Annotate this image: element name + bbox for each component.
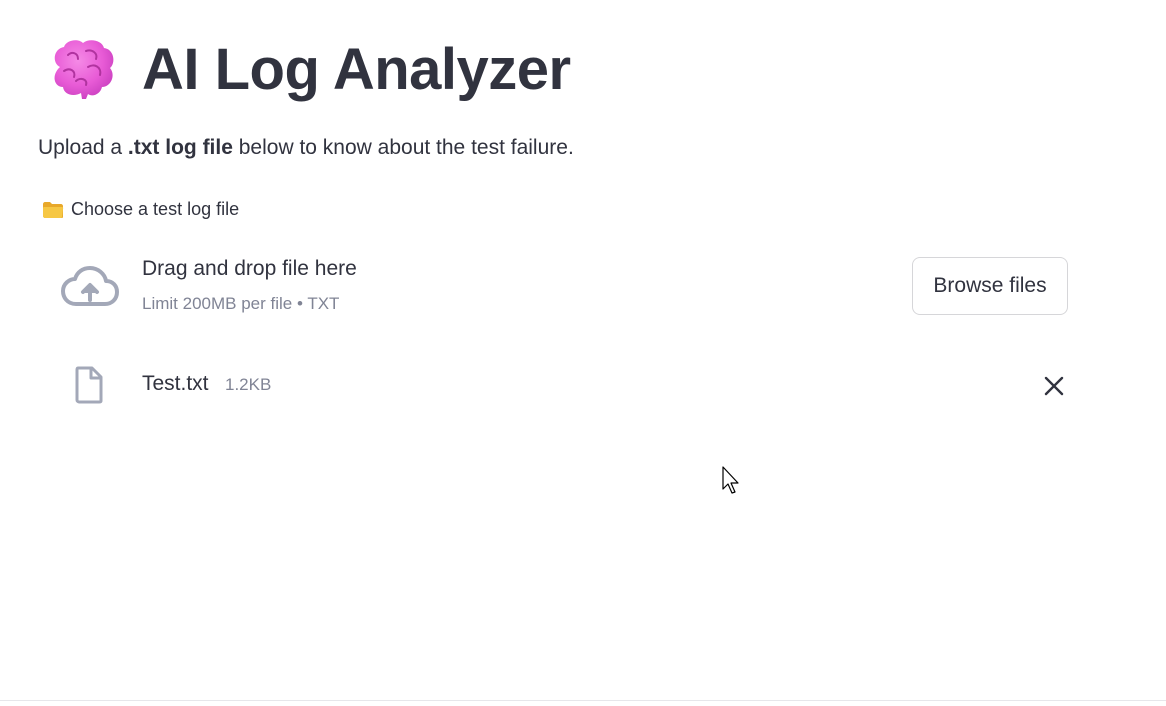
remove-file-button[interactable] [1038, 370, 1070, 402]
description: Upload a .txt log file below to know abo… [38, 136, 574, 160]
bottom-divider [0, 700, 1166, 701]
dropzone-subtitle: Limit 200MB per file • TXT [142, 294, 340, 313]
folder-emoji-icon [43, 201, 64, 218]
brain-emoji-icon [54, 40, 114, 99]
file-size: 1.2KB [225, 375, 272, 394]
uploaded-file-row: Test.txt 1.2KB [38, 360, 1090, 410]
browse-files-button[interactable]: Browse files [912, 257, 1068, 315]
uploader-label-text: Choose a test log file [71, 199, 240, 219]
cloud-upload-icon [61, 266, 119, 306]
description-bold: .txt log file [127, 136, 233, 159]
description-suffix: below to know about the test failure. [232, 136, 574, 159]
dropzone-title: Drag and drop file here [142, 257, 357, 280]
description-prefix: Upload a [38, 136, 128, 159]
close-icon [1044, 376, 1064, 396]
uploader-label: Choose a test log file [42, 199, 239, 220]
file-dropzone[interactable]: Drag and drop file here Limit 200MB per … [38, 237, 1090, 337]
mouse-cursor-icon [722, 466, 739, 494]
file-name: Test.txt [142, 372, 209, 395]
file-icon [75, 366, 103, 404]
page-title: AI Log Analyzer [142, 36, 571, 102]
header: AI Log Analyzer [48, 34, 571, 104]
